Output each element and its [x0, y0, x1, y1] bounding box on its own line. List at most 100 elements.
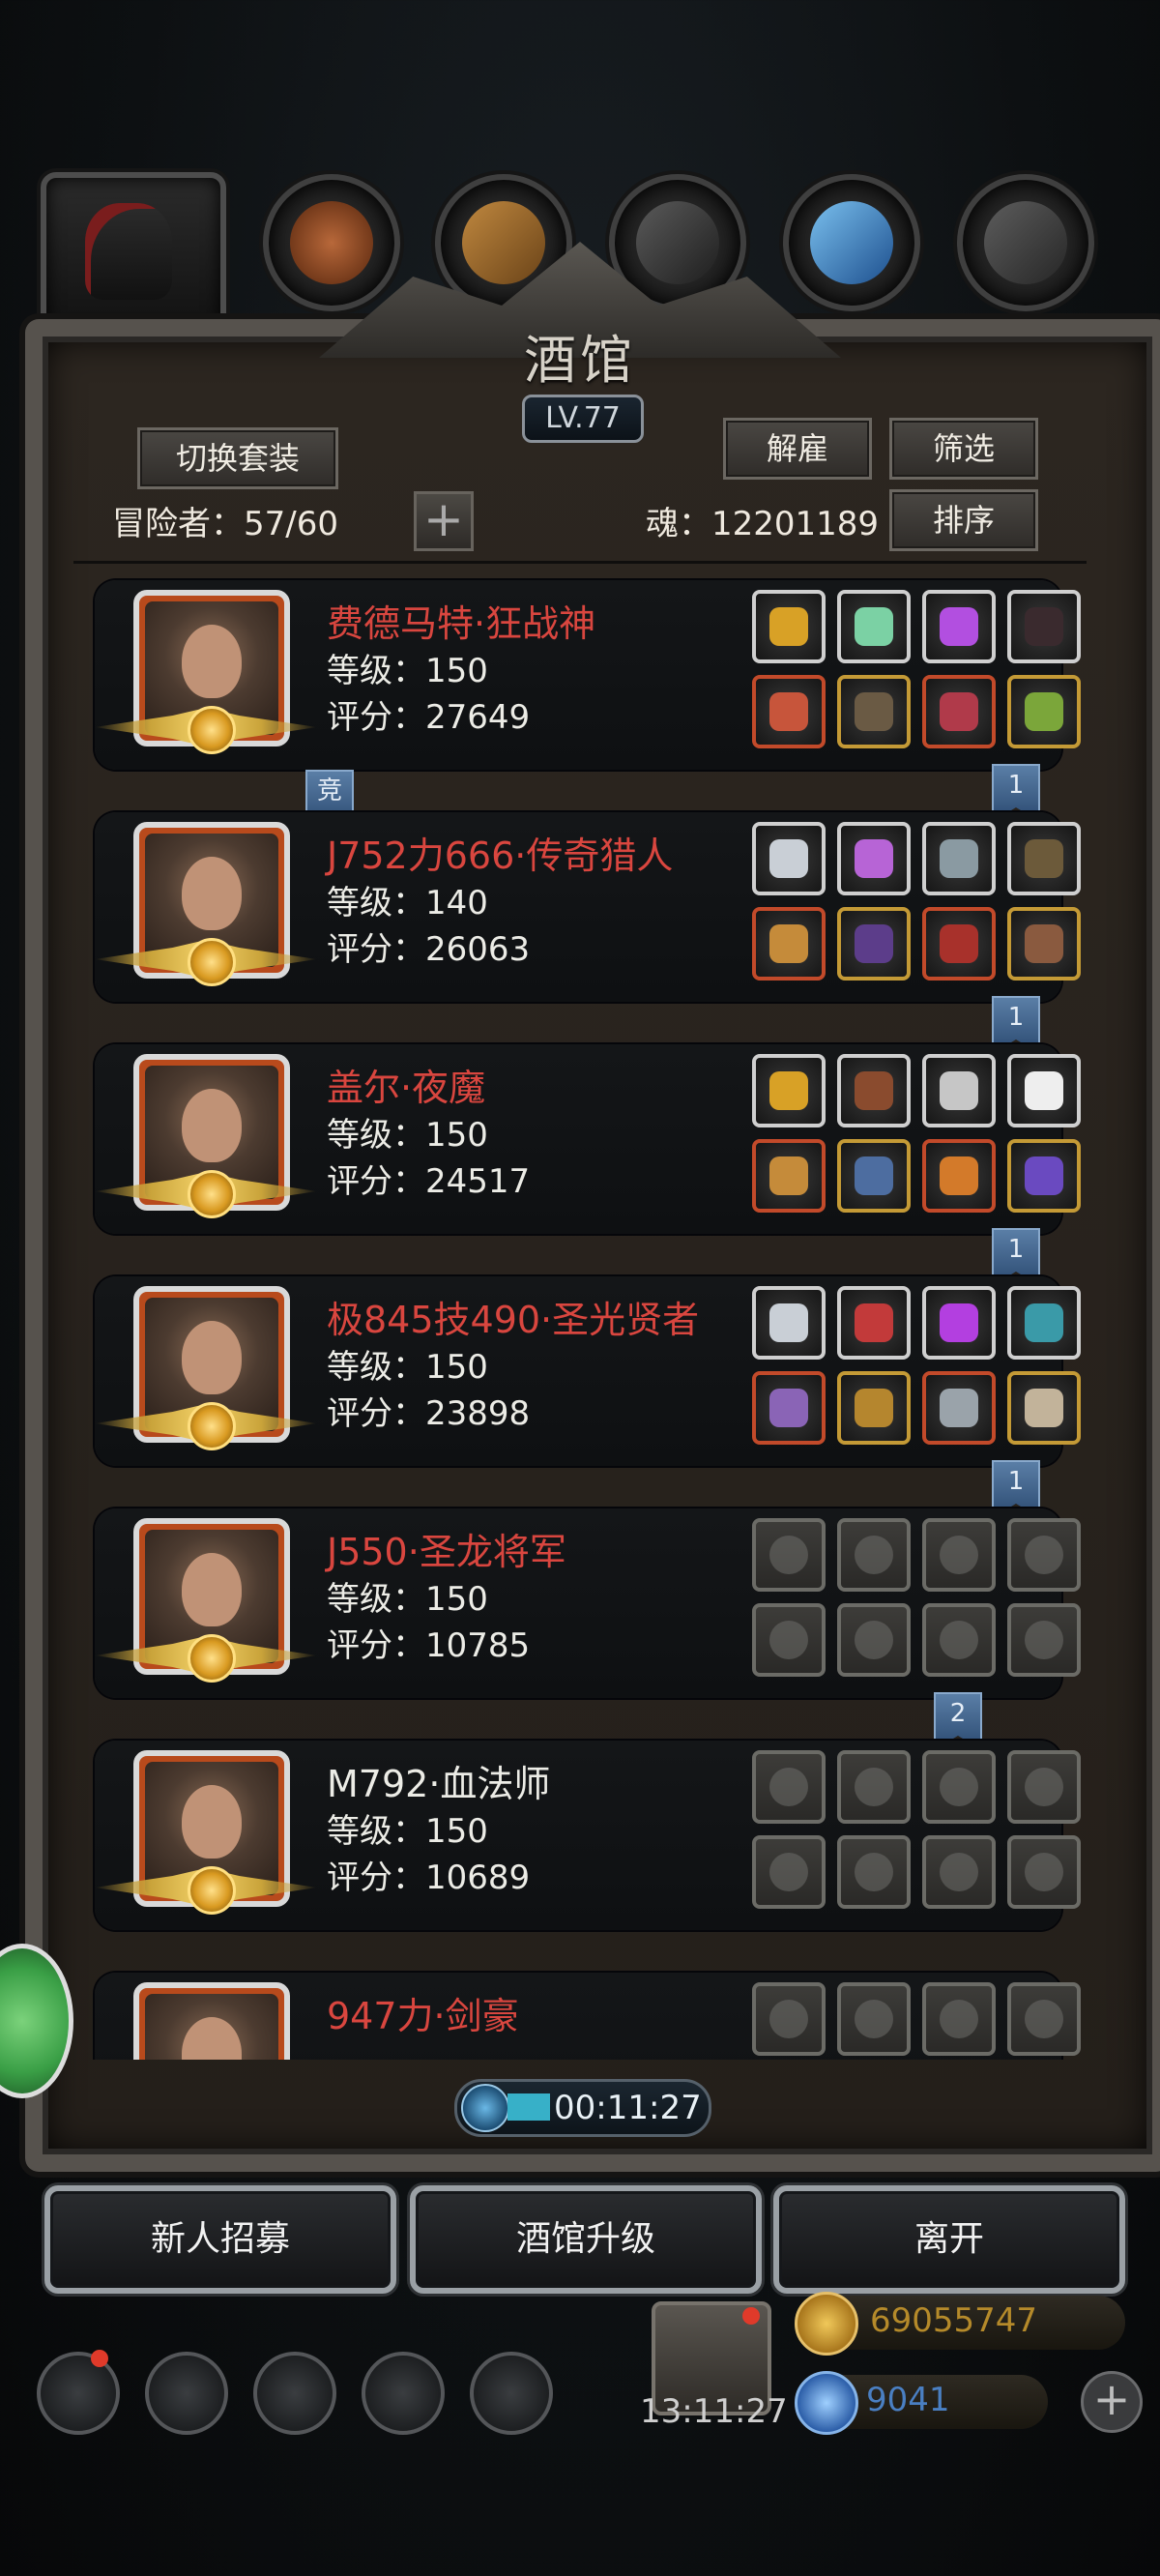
dismiss-button[interactable]: 解雇	[723, 418, 872, 480]
hero-name: J550·圣龙将军	[327, 1531, 566, 1573]
tab-leather[interactable]	[263, 174, 400, 311]
wand-icon[interactable]	[752, 1371, 826, 1445]
empty-flame-icon[interactable]	[837, 1750, 911, 1824]
violet-cloak-icon[interactable]	[837, 907, 911, 981]
hero-card[interactable]: J550·圣龙将军 等级：150 评分：10785	[95, 1508, 1081, 1698]
equipment-item	[855, 1621, 893, 1659]
violet-ring-icon[interactable]	[1007, 1139, 1081, 1213]
soul-count: 魂：12201189	[646, 505, 880, 543]
dagger-icon[interactable]	[922, 1054, 996, 1127]
teal-stone-icon[interactable]	[1007, 1286, 1081, 1360]
empty-ring-icon[interactable]	[752, 1750, 826, 1824]
empty-x-icon[interactable]	[922, 1982, 996, 2056]
recruit-button[interactable]: 新人招募	[44, 2185, 396, 2294]
pendant-icon[interactable]	[922, 1371, 996, 1445]
silver-circlet-icon[interactable]	[752, 1286, 826, 1360]
hero-level: 等级：150	[327, 1580, 488, 1619]
rubble-icon[interactable]	[837, 1054, 911, 1127]
red-axe-icon[interactable]	[752, 675, 826, 748]
mail-icon[interactable]	[362, 2352, 445, 2435]
empty-ring-icon[interactable]	[1007, 1835, 1081, 1909]
hero-list[interactable]: 费德马特·狂战神 等级：150 评分：27649 竞 1 J752力666·传奇猎人 等级：…	[58, 571, 1102, 2060]
empty-armor-icon[interactable]	[837, 1835, 911, 1909]
bandage-icon[interactable]	[1007, 907, 1081, 981]
horned-shield-icon[interactable]	[1007, 1371, 1081, 1445]
hero-card[interactable]: 947力·剑豪	[95, 1973, 1081, 2060]
filter-button[interactable]: 筛选	[889, 418, 1038, 480]
staff-icon[interactable]	[1007, 822, 1081, 895]
hero-card[interactable]: 费德马特·狂战神 等级：150 评分：27649	[95, 580, 1081, 770]
sort-button[interactable]: 排序	[889, 489, 1038, 551]
crown-icon[interactable]	[752, 1054, 826, 1127]
empty-wand-icon[interactable]	[752, 1835, 826, 1909]
empty-ring-icon[interactable]	[922, 1835, 996, 1909]
equipment-item	[940, 1156, 978, 1195]
equipment-item	[940, 1621, 978, 1659]
map-icon[interactable]	[470, 2352, 553, 2435]
purple-amulet-icon[interactable]	[922, 590, 996, 663]
plus-icon: +	[1092, 2373, 1131, 2425]
leave-button[interactable]: 离开	[773, 2185, 1125, 2294]
equipment-item	[855, 1303, 893, 1342]
empty-ring-icon[interactable]	[922, 1603, 996, 1677]
empty-armor-icon[interactable]	[837, 1603, 911, 1677]
empty-ring-icon[interactable]	[752, 1518, 826, 1592]
equipment-item	[769, 1389, 808, 1427]
switch-outfit-button[interactable]: 切换套装	[137, 427, 338, 489]
add-currency-button[interactable]: +	[1081, 2371, 1143, 2433]
gray-gem-icon[interactable]	[922, 822, 996, 895]
tab-crystal[interactable]	[783, 174, 920, 311]
crimson-shield-icon[interactable]	[922, 675, 996, 748]
empty-x-icon[interactable]	[922, 1750, 996, 1824]
red-amulet-icon[interactable]	[837, 1286, 911, 1360]
torch-icon[interactable]	[922, 1139, 996, 1213]
white-feather-icon[interactable]	[1007, 1054, 1081, 1127]
empty-ring-icon[interactable]	[1007, 1603, 1081, 1677]
hero-name: 极845技490·圣光贤者	[327, 1299, 700, 1341]
tab-stone[interactable]	[957, 174, 1094, 311]
empty-sword-icon[interactable]	[752, 1603, 826, 1677]
equipment-grid	[752, 1286, 1081, 1460]
crown-icon[interactable]	[752, 590, 826, 663]
hero-score: 评分：10785	[327, 1626, 531, 1665]
hero-card[interactable]: 盖尔·夜魔 等级：150 评分：24517	[95, 1044, 1081, 1234]
empty-x-icon[interactable]	[1007, 1518, 1081, 1592]
leather-icon	[290, 201, 373, 284]
spear-icon[interactable]	[752, 907, 826, 981]
crystal-blade-icon[interactable]	[837, 590, 911, 663]
guild-icon[interactable]	[253, 2352, 336, 2435]
gold-helm-icon[interactable]	[837, 1371, 911, 1445]
empty-x-icon[interactable]	[922, 1518, 996, 1592]
gold-coin-icon	[795, 2292, 858, 2356]
dark-feather-icon[interactable]	[1007, 590, 1081, 663]
hero-portrait[interactable]	[133, 1982, 290, 2060]
empty-x-icon[interactable]	[1007, 1982, 1081, 2056]
timer-progress	[508, 2093, 550, 2121]
tavern-upgrade-button[interactable]: 酒馆升级	[410, 2185, 762, 2294]
hero-card[interactable]: 极845技490·圣光贤者 等级：150 评分：23898	[95, 1276, 1081, 1466]
equipment-item	[940, 1768, 978, 1806]
red-mask-icon[interactable]	[922, 907, 996, 981]
equipment-item	[855, 1768, 893, 1806]
settings-icon[interactable]	[37, 2352, 120, 2435]
empty-flame-icon[interactable]	[837, 1982, 911, 2056]
spear-icon[interactable]	[752, 1139, 826, 1213]
empty-ring-icon[interactable]	[752, 1982, 826, 2056]
star-icon[interactable]	[145, 2352, 228, 2435]
add-slot-button[interactable]: +	[414, 491, 474, 551]
blue-armor-icon[interactable]	[837, 1139, 911, 1213]
hero-name: 费德马特·狂战神	[327, 602, 596, 645]
equipment-item	[855, 607, 893, 646]
purple-gem-icon[interactable]	[922, 1286, 996, 1360]
gold-armor-icon[interactable]	[837, 675, 911, 748]
silver-circlet-icon[interactable]	[752, 822, 826, 895]
equipment-item	[769, 1071, 808, 1110]
empty-flame-icon[interactable]	[837, 1518, 911, 1592]
green-ring-icon[interactable]	[1007, 675, 1081, 748]
hero-card[interactable]: J752力666·传奇猎人 等级：140 评分：26063	[95, 812, 1081, 1002]
adventurer-count: 冒险者：57/60	[112, 505, 338, 543]
hero-card[interactable]: M792·血法师 等级：150 评分：10689	[95, 1741, 1081, 1930]
violet-orb-icon[interactable]	[837, 822, 911, 895]
tab-helmet[interactable]	[41, 172, 226, 338]
empty-x-icon[interactable]	[1007, 1750, 1081, 1824]
